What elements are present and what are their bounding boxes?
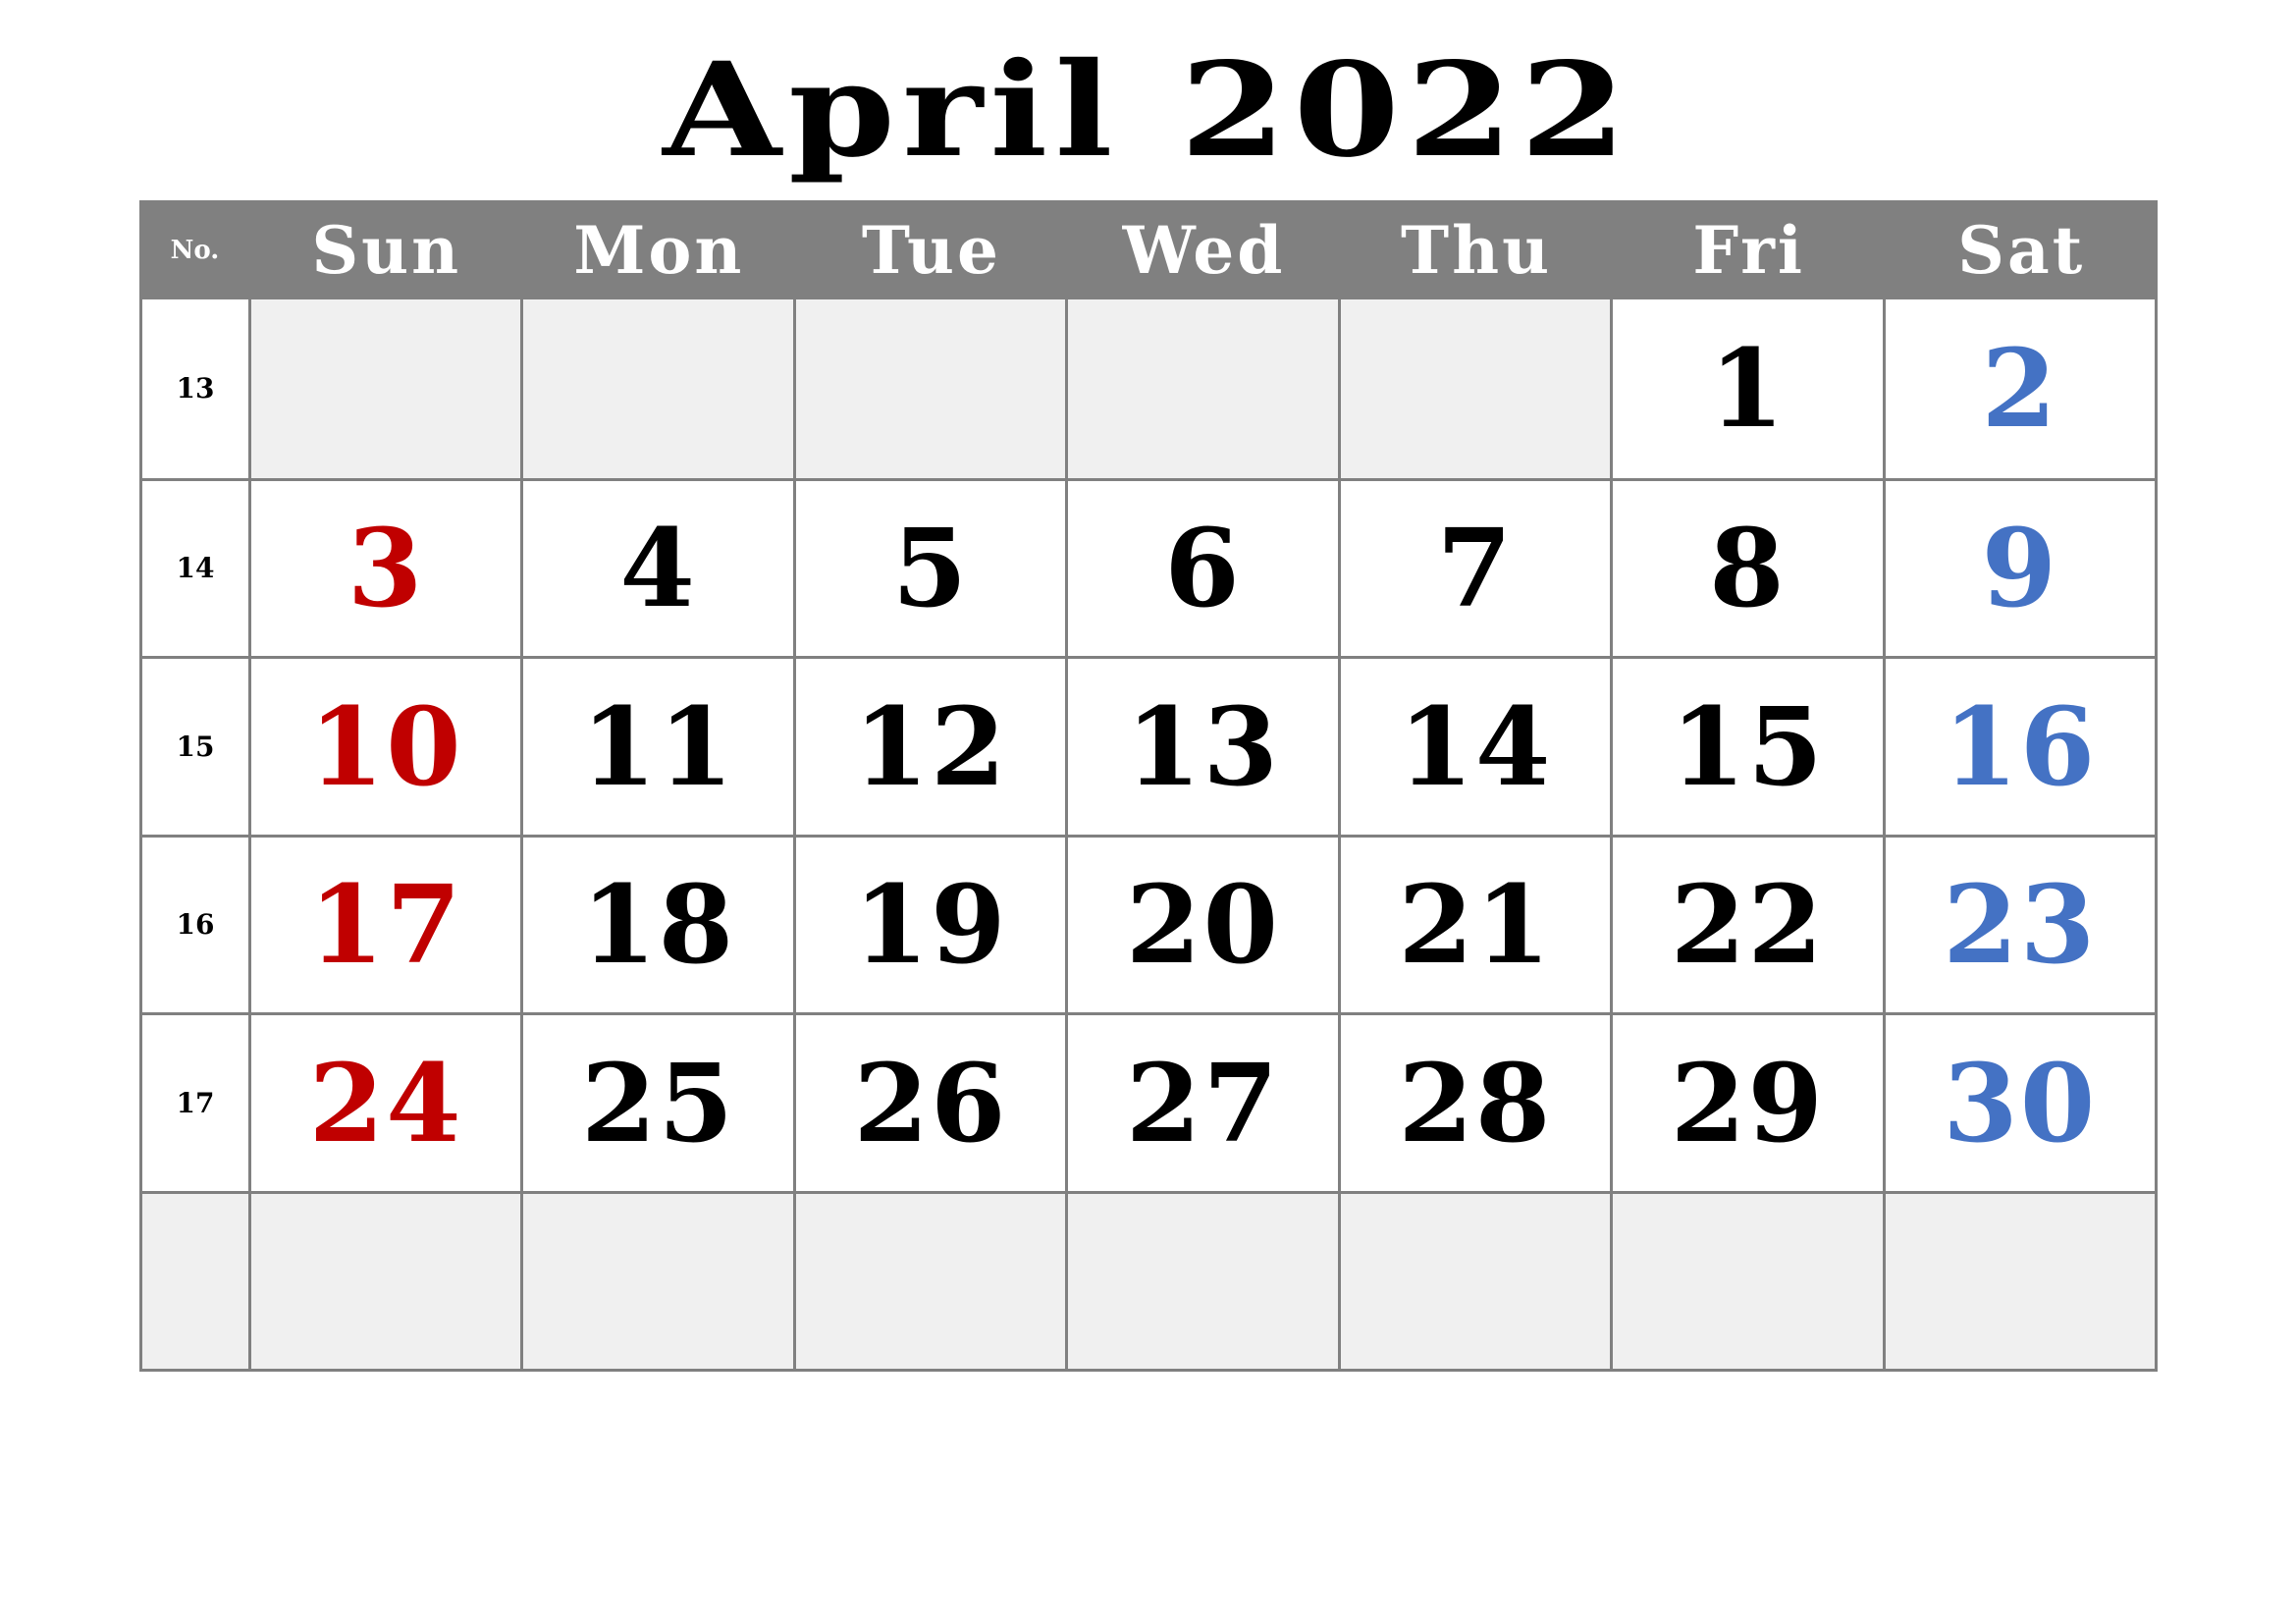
day-cell: 7	[1340, 480, 1614, 656]
week-number-header: No.	[170, 235, 220, 265]
day-cell: 4	[523, 480, 796, 656]
empty-day-cell	[795, 1193, 1069, 1369]
header-tue: Tue	[861, 211, 1001, 289]
day-cell: 10	[250, 659, 524, 835]
calendar-body: 13 1 2 14 3 4 5 6 7 8 9 15 10 11 12 13 14 15 16 16 17 18 19 20 2…	[139, 299, 2158, 1372]
day-cell: 3	[250, 480, 524, 656]
empty-day-cell	[1340, 299, 1614, 478]
empty-day-cell	[795, 299, 1069, 478]
week-number	[142, 1193, 251, 1369]
header-fri: Fri	[1692, 211, 1805, 289]
day-cell: 11	[523, 659, 796, 835]
week-number: 15	[142, 659, 251, 835]
day-cell: 30	[1885, 1015, 2158, 1191]
day-cell: 22	[1613, 837, 1886, 1012]
day-cell: 18	[523, 837, 796, 1012]
empty-day-cell	[523, 1193, 796, 1369]
day-cell: 14	[1340, 659, 1614, 835]
week-number: 13	[142, 299, 251, 478]
day-cell: 15	[1613, 659, 1886, 835]
empty-day-cell	[1340, 1193, 1614, 1369]
header-mon: Mon	[573, 211, 745, 289]
day-cell: 1	[1613, 299, 1886, 478]
empty-day-cell	[1885, 1193, 2158, 1369]
calendar-grid: No. Sun Mon Tue Wed Thu Fri Sat 13 1 2 14 3 4…	[139, 200, 2158, 1372]
day-cell: 24	[250, 1015, 524, 1191]
empty-day-cell	[250, 1193, 524, 1369]
week-number: 16	[142, 837, 251, 1012]
day-cell: 19	[795, 837, 1069, 1012]
empty-day-cell	[250, 299, 524, 478]
header-sun: Sun	[311, 211, 462, 289]
week-row: 16 17 18 19 20 21 22 23	[142, 834, 2158, 1012]
day-cell: 21	[1340, 837, 1614, 1012]
header-wed: Wed	[1122, 211, 1286, 289]
day-cell: 20	[1068, 837, 1341, 1012]
empty-day-cell	[1613, 1193, 1886, 1369]
week-row	[142, 1190, 2158, 1369]
week-number: 14	[142, 480, 251, 656]
day-cell: 12	[795, 659, 1069, 835]
day-cell: 29	[1613, 1015, 1886, 1191]
day-cell: 8	[1613, 480, 1886, 656]
day-cell: 9	[1885, 480, 2158, 656]
day-cell: 13	[1068, 659, 1341, 835]
header-thu: Thu	[1401, 211, 1553, 289]
day-cell: 16	[1885, 659, 2158, 835]
calendar-title: April 2022	[663, 34, 1633, 187]
day-cell: 6	[1068, 480, 1341, 656]
week-row: 15 10 11 12 13 14 15 16	[142, 656, 2158, 835]
day-cell: 27	[1068, 1015, 1341, 1191]
empty-day-cell	[1068, 299, 1341, 478]
empty-day-cell	[523, 299, 796, 478]
header-sat: Sat	[1957, 211, 2086, 289]
day-cell: 26	[795, 1015, 1069, 1191]
week-row: 17 24 25 26 27 28 29 30	[142, 1012, 2158, 1191]
day-cell: 28	[1340, 1015, 1614, 1191]
day-cell: 5	[795, 480, 1069, 656]
week-row: 13 1 2	[142, 299, 2158, 478]
week-row: 14 3 4 5 6 7 8 9	[142, 477, 2158, 656]
day-cell: 17	[250, 837, 524, 1012]
day-cell: 23	[1885, 837, 2158, 1012]
week-number: 17	[142, 1015, 251, 1191]
weekday-header-row: No. Sun Mon Tue Wed Thu Fri Sat	[139, 200, 2158, 299]
day-cell: 25	[523, 1015, 796, 1191]
empty-day-cell	[1068, 1193, 1341, 1369]
day-cell: 2	[1885, 299, 2158, 478]
